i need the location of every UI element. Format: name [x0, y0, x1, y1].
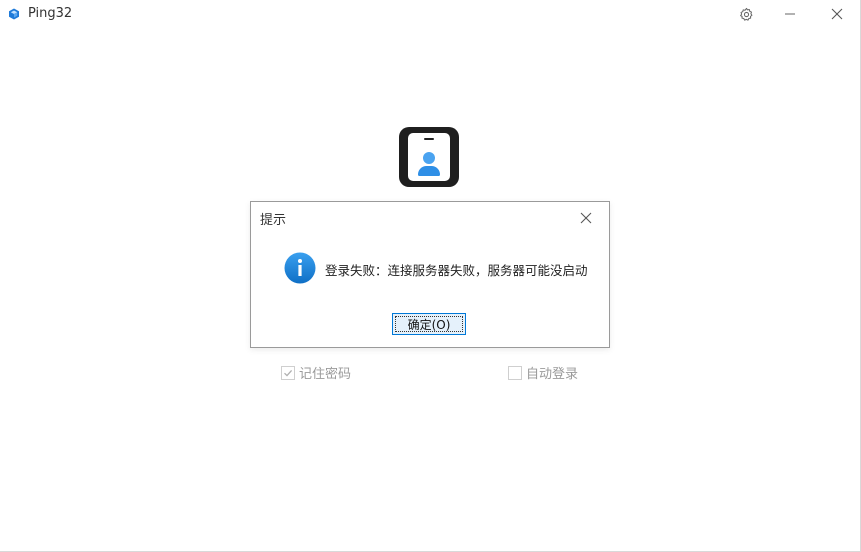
checkbox-box[interactable]: [281, 365, 295, 380]
id-badge-icon: [399, 127, 459, 187]
minimize-button[interactable]: [778, 4, 802, 24]
info-icon: [284, 252, 316, 284]
checkbox-box[interactable]: [508, 365, 522, 380]
auto-login-label: 自动登录: [526, 367, 579, 382]
remember-password-checkbox[interactable]: 记住密码: [281, 363, 351, 382]
ok-button[interactable]: 确定(O): [392, 313, 466, 335]
cube-icon: [9, 8, 19, 20]
logo-avatar-head: [423, 152, 435, 164]
close-icon: [580, 212, 592, 224]
title-bar: Ping32: [0, 0, 861, 28]
minimize-icon: [785, 13, 795, 15]
settings-button[interactable]: [734, 4, 758, 24]
dialog-title: 提示: [260, 213, 287, 228]
dialog-message: 登录失败：连接服务器失败，服务器可能没启动: [325, 263, 588, 278]
remember-password-label: 记住密码: [299, 367, 352, 382]
ok-button-label: 确定(O): [407, 317, 451, 332]
message-dialog: 提示 登录失败：连接服务器失败，服务器可能没启动 确定(O): [250, 201, 610, 348]
app-window: Ping32 记住密码 自动登录 提示 登录失败：连接服务器失败，服务器可能没启…: [0, 0, 861, 552]
checkmark-icon: [284, 369, 293, 377]
logo-avatar-body: [418, 166, 440, 176]
auto-login-checkbox[interactable]: 自动登录: [508, 363, 578, 382]
logo-slot: [424, 138, 434, 140]
logo-card: [408, 133, 450, 181]
dialog-close-button[interactable]: [577, 209, 595, 227]
close-icon: [831, 8, 843, 20]
close-window-button[interactable]: [825, 4, 849, 24]
app-title: Ping32: [28, 6, 73, 21]
gear-icon: [739, 7, 752, 21]
